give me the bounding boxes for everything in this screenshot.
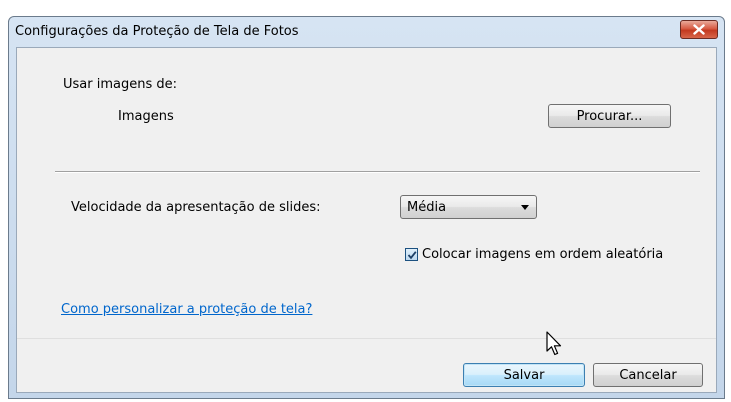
shuffle-label[interactable]: Colocar imagens em ordem aleatória	[422, 247, 663, 262]
help-link[interactable]: Como personalizar a proteção de tela?	[61, 302, 312, 317]
close-x-icon	[693, 24, 705, 35]
footer-divider	[17, 338, 716, 339]
shuffle-checkbox[interactable]	[405, 248, 418, 261]
speed-selected-value: Média	[407, 200, 447, 215]
checkmark-icon	[407, 250, 417, 259]
browse-button-label: Procurar...	[576, 108, 643, 124]
speed-dropdown[interactable]: Média	[400, 195, 537, 219]
cancel-button[interactable]: Cancelar	[593, 363, 703, 387]
source-folder-name: Imagens	[118, 109, 174, 124]
save-button[interactable]: Salvar	[463, 363, 585, 387]
title-bar[interactable]: Configurações da Proteção de Tela de Fot…	[9, 17, 724, 47]
speed-label: Velocidade da apresentação de slides:	[71, 200, 321, 215]
close-button[interactable]	[680, 20, 718, 39]
window-title: Configurações da Proteção de Tela de Fot…	[15, 24, 299, 39]
mouse-cursor-icon	[546, 331, 562, 356]
cancel-button-label: Cancelar	[619, 367, 677, 383]
chevron-down-icon	[521, 205, 529, 210]
save-button-label: Salvar	[503, 367, 545, 383]
dialog-content: Usar imagens de: Imagens Procurar... Vel…	[16, 47, 717, 393]
browse-button[interactable]: Procurar...	[548, 104, 671, 128]
section-divider	[55, 171, 700, 173]
dialog-window: Configurações da Proteção de Tela de Fot…	[8, 16, 725, 399]
source-label: Usar imagens de:	[63, 77, 177, 92]
